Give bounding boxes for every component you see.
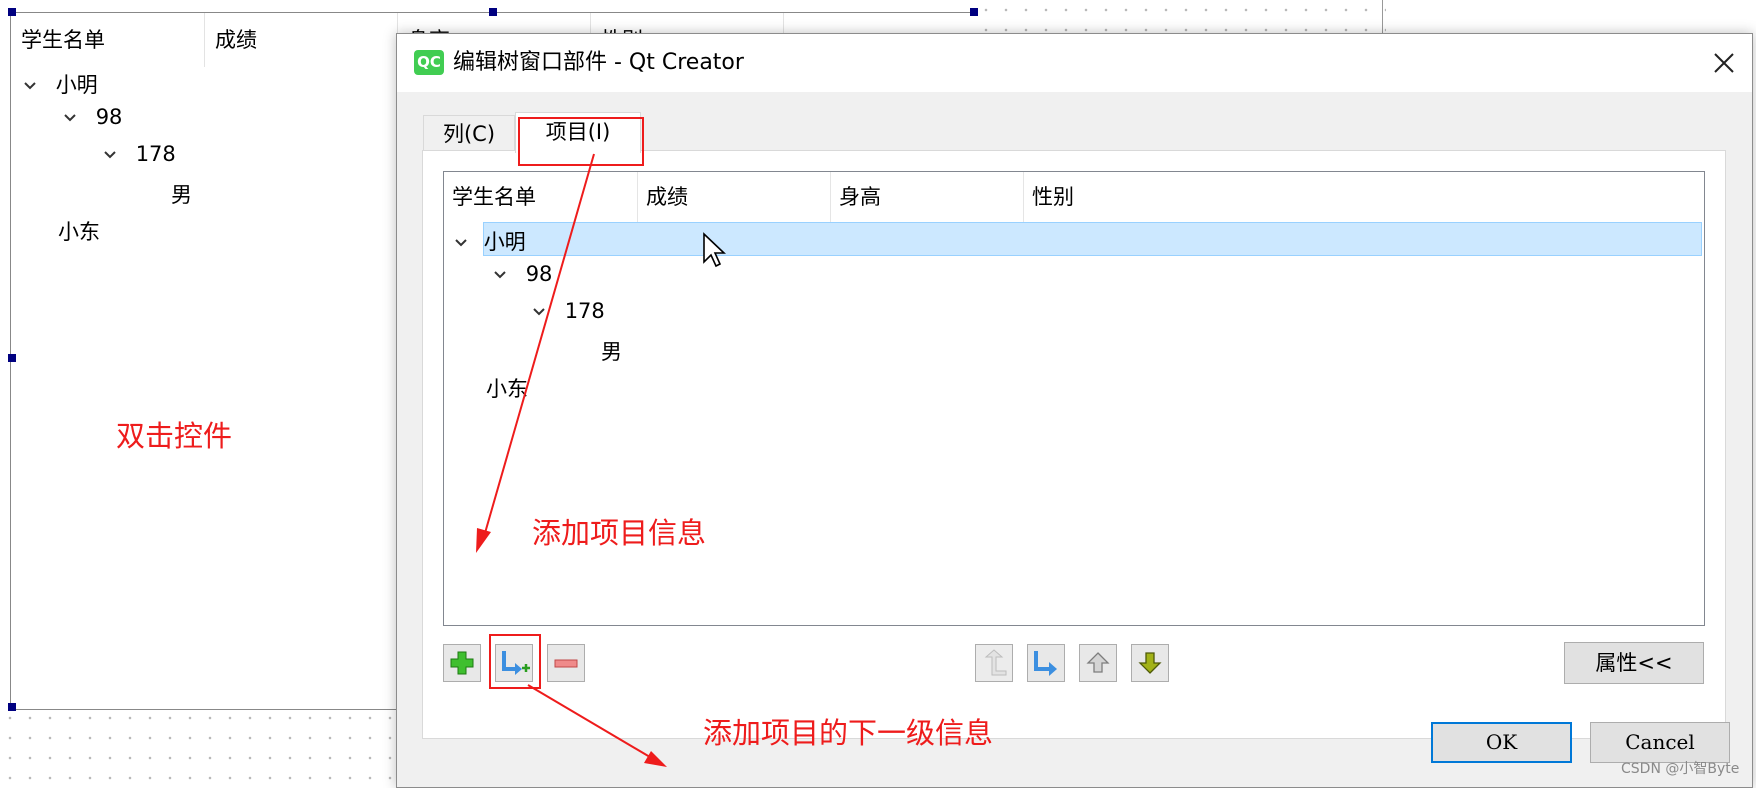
tab-items-highlight-box <box>518 117 644 166</box>
arrow-head-to-tree <box>476 528 491 553</box>
arrow-line-to-subitem-note <box>527 684 656 761</box>
arrow-head-to-subitem-note <box>644 751 667 767</box>
arrow-line-to-tree <box>482 153 595 541</box>
annotation-arrows <box>476 153 667 767</box>
